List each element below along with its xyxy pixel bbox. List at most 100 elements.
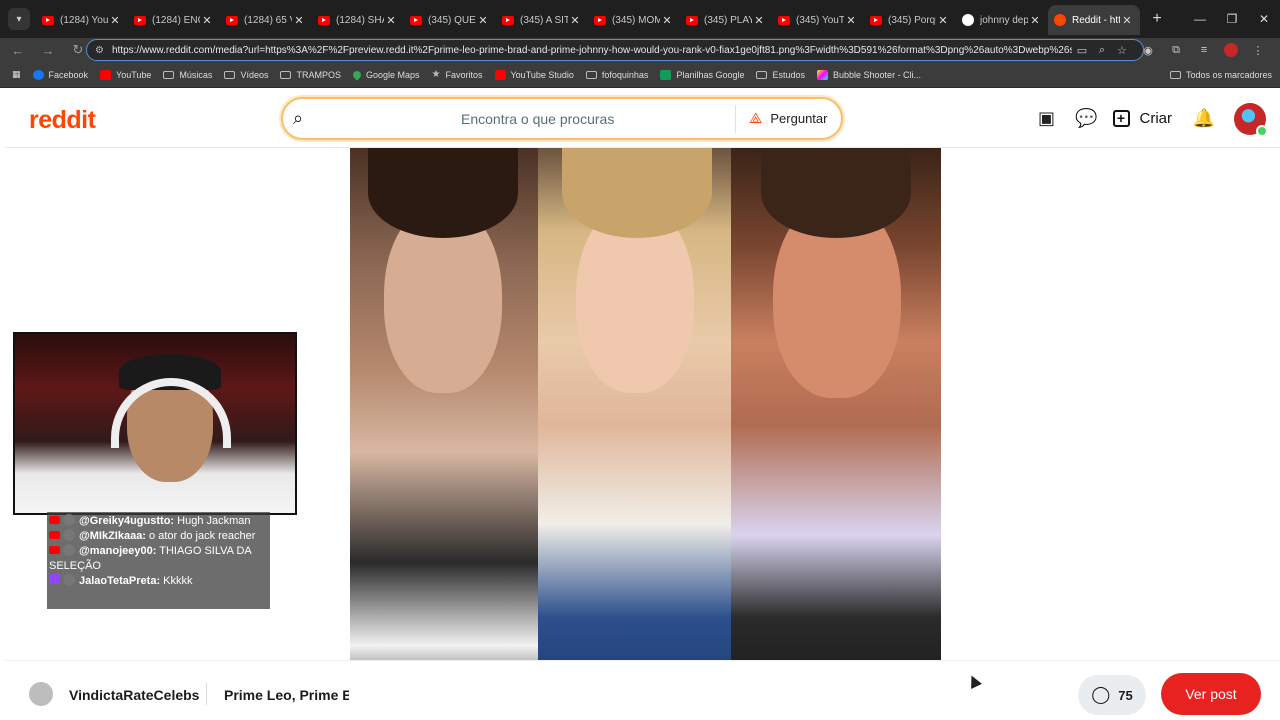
notifications-bell-icon[interactable]: 🔔: [1184, 108, 1224, 129]
close-tab-icon[interactable]: ✕: [660, 14, 674, 27]
post-title[interactable]: Prime Leo, Prime Brad and Prime Johnny: [224, 687, 349, 703]
tab-title: (1284) SHAR: [336, 14, 384, 26]
close-tab-icon[interactable]: ✕: [108, 14, 122, 27]
close-tab-icon[interactable]: ✕: [476, 14, 490, 27]
chat-username: JalaoTetaPreta:: [79, 575, 161, 587]
cast-icon[interactable]: ▭: [1072, 44, 1092, 57]
game-icon: [817, 69, 829, 80]
back-button[interactable]: ←: [6, 43, 30, 58]
close-tab-icon[interactable]: ✕: [384, 14, 398, 27]
extension-icon[interactable]: ◉: [1134, 44, 1162, 57]
browser-tab[interactable]: (345) YouTu✕: [772, 5, 864, 35]
view-post-button[interactable]: Ver post: [1161, 673, 1261, 715]
close-tab-icon[interactable]: ✕: [936, 14, 950, 27]
tab-search-button[interactable]: ▾: [8, 8, 30, 30]
browser-tab[interactable]: johnny depp✕: [956, 5, 1048, 35]
bookmark-item[interactable]: ★ Favoritos: [432, 69, 483, 80]
browser-tab[interactable]: (345) QUEDA✕: [404, 5, 496, 35]
bookmark-item[interactable]: Bubble Shooter - Cli...: [817, 69, 921, 80]
tab-title: (345) PLAYO: [704, 14, 752, 26]
apps-grid-icon[interactable]: ▦: [12, 69, 21, 80]
close-tab-icon[interactable]: ✕: [568, 14, 582, 27]
browser-tab[interactable]: (345) MOME✕: [588, 5, 680, 35]
bookmark-item[interactable]: Planilhas Google: [660, 69, 744, 80]
chat-username: @MIkZIkaaa:: [79, 530, 146, 542]
bookmark-item[interactable]: YouTube Studio: [494, 69, 574, 80]
reddit-logo[interactable]: reddit: [29, 106, 96, 135]
close-tab-icon[interactable]: ✕: [752, 14, 766, 27]
tab-title: (345) Porque: [888, 14, 936, 26]
browser-tab[interactable]: (345) Porque✕: [864, 5, 956, 35]
create-button[interactable]: + Criar: [1112, 110, 1173, 127]
search-icon: ⌕: [293, 108, 304, 128]
bookmark-item[interactable]: Vídeos: [224, 69, 268, 80]
all-bookmarks-folder[interactable]: Todos os marcadores: [1169, 70, 1272, 80]
browser-tab[interactable]: Reddit - http✕: [1048, 5, 1140, 35]
omnibox[interactable]: ⚙ https://www.reddit.com/media?url=https…: [86, 39, 1144, 61]
bookmark-item[interactable]: Estudos: [756, 69, 805, 80]
url-text[interactable]: https://www.reddit.com/media?url=https%3…: [112, 45, 1072, 56]
reddit-header: reddit ⌕ Encontra o que procuras ⟁ Pergu…: [5, 89, 1280, 148]
browser-tab[interactable]: (345) A SITU✕: [496, 5, 588, 35]
bookmark-label: Google Maps: [365, 69, 420, 80]
search-bar[interactable]: ⌕ Encontra o que procuras ⟁ Perguntar: [281, 97, 843, 140]
close-window-button[interactable]: ✕: [1248, 0, 1280, 38]
comments-count: 75: [1118, 687, 1133, 703]
advertise-icon[interactable]: ▣: [1027, 108, 1067, 129]
close-tab-icon[interactable]: ✕: [200, 14, 214, 27]
youtube-icon: [686, 15, 698, 25]
youtube-icon: [49, 546, 60, 554]
youtube-icon: [42, 15, 54, 25]
bookmark-label: fofoquinhas: [601, 69, 649, 80]
community-name[interactable]: VindictaRateCelebs: [69, 687, 199, 703]
youtube-icon: [410, 15, 422, 25]
youtube-icon: [502, 15, 514, 25]
bookmark-item[interactable]: TRAMPOS: [280, 69, 341, 80]
zoom-icon[interactable]: ⌕: [1092, 44, 1112, 57]
tab-title: johnny depp: [980, 14, 1028, 26]
bookmark-item[interactable]: fofoquinhas: [585, 69, 649, 80]
post-image[interactable]: [350, 148, 941, 701]
bookmark-item[interactable]: Google Maps: [351, 68, 420, 81]
close-tab-icon[interactable]: ✕: [292, 14, 306, 27]
restore-button[interactable]: ❐: [1216, 0, 1248, 38]
bookmark-item[interactable]: Músicas: [163, 69, 212, 80]
chat-user-avatar: [63, 574, 75, 586]
site-info-icon[interactable]: ⚙: [95, 45, 104, 56]
close-tab-icon[interactable]: ✕: [1120, 14, 1134, 27]
new-tab-button[interactable]: +: [1148, 10, 1166, 28]
chat-username: @manojeey00:: [79, 545, 157, 557]
bookmark-star-icon[interactable]: ☆: [1112, 44, 1132, 57]
close-tab-icon[interactable]: ✕: [1028, 14, 1042, 27]
media-control-icon[interactable]: ≡: [1190, 44, 1218, 56]
search-placeholder[interactable]: Encontra o que procuras: [461, 111, 614, 127]
extensions-puzzle-icon[interactable]: ⧉: [1162, 44, 1190, 57]
tab-title: (345) A SITU: [520, 14, 568, 26]
bookmark-item[interactable]: YouTube: [100, 69, 151, 80]
yt-icon: [100, 69, 112, 80]
yt-icon: [494, 69, 506, 80]
tab-title: (345) MOME: [612, 14, 660, 26]
browser-toolbar: ◉ ⧉ ≡ ⋮: [1134, 38, 1272, 62]
bookmark-item[interactable]: Facebook: [32, 69, 88, 80]
browser-tab[interactable]: (1284) 65 Ve✕: [220, 5, 312, 35]
minimize-button[interactable]: —: [1184, 0, 1216, 38]
chat-user-avatar: [63, 529, 75, 541]
youtube-icon: [778, 15, 790, 25]
create-label: Criar: [1139, 110, 1173, 127]
browser-tab[interactable]: (1284) ENCO✕: [128, 5, 220, 35]
user-avatar[interactable]: [1234, 102, 1268, 137]
menu-kebab-icon[interactable]: ⋮: [1244, 44, 1272, 57]
browser-tab[interactable]: (1284) YouTu✕: [36, 5, 128, 35]
close-tab-icon[interactable]: ✕: [844, 14, 858, 27]
profile-icon[interactable]: [1224, 43, 1238, 57]
comments-button[interactable]: ◯ 75: [1078, 675, 1146, 715]
ask-icon: ⟁: [749, 110, 763, 127]
forward-button[interactable]: →: [36, 43, 60, 58]
chat-message: @manojeey00: THIAGO SILVA DA SELEÇÃO: [49, 544, 268, 574]
chat-icon[interactable]: 💬: [1067, 108, 1107, 129]
browser-tab[interactable]: (1284) SHAR✕: [312, 5, 404, 35]
community-avatar[interactable]: [29, 682, 53, 706]
browser-tab[interactable]: (345) PLAYO✕: [680, 5, 772, 35]
ask-button[interactable]: ⟁ Perguntar: [749, 110, 827, 127]
